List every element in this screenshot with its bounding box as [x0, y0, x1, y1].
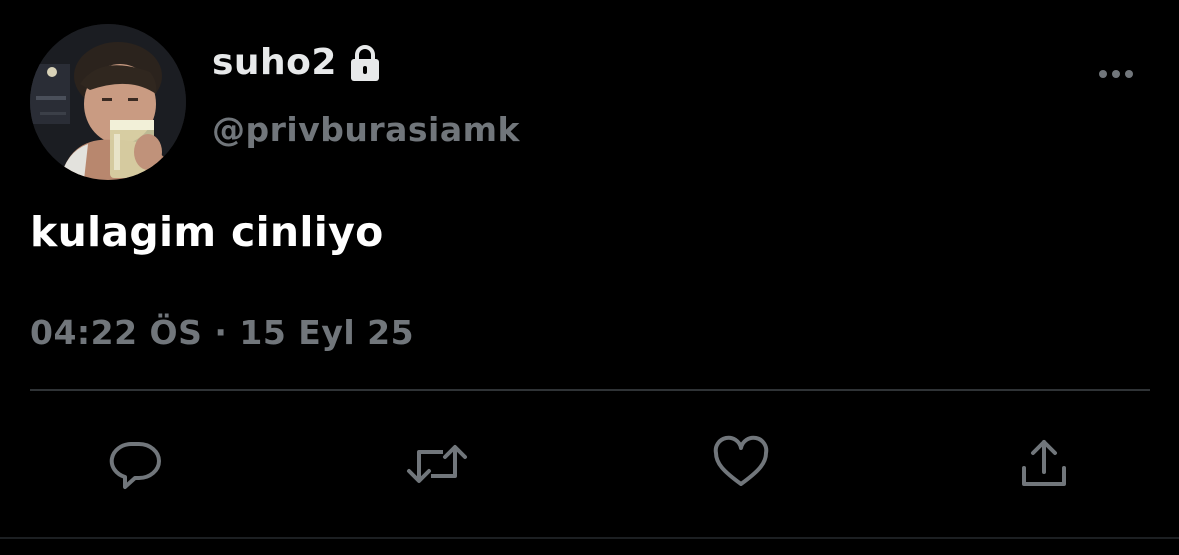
more-horizontal-icon[interactable]	[1096, 62, 1140, 86]
tweet-text: kulagim cinliyo	[30, 208, 384, 256]
heart-icon	[713, 435, 769, 486]
display-name-row[interactable]: suho2	[212, 42, 385, 83]
divider	[30, 389, 1150, 391]
reply-button[interactable]	[103, 432, 167, 496]
tweet-detail: suho2 @privburasiamk kulagim cinliyo 04:…	[0, 0, 1179, 555]
share-upload-icon	[1022, 440, 1066, 486]
tweet-timestamp[interactable]: 04:22 ÖS · 15 Eyl 25	[30, 313, 414, 352]
reply-bubble-icon	[109, 442, 161, 489]
retweet-button[interactable]	[405, 432, 469, 496]
bottom-divider	[0, 537, 1179, 539]
avatar-photo	[30, 24, 186, 180]
share-button[interactable]	[1012, 432, 1076, 496]
lock-icon	[345, 43, 385, 83]
avatar[interactable]	[30, 24, 186, 180]
like-button[interactable]	[709, 432, 773, 496]
display-name[interactable]: suho2	[212, 42, 337, 83]
user-handle[interactable]: @privburasiamk	[212, 110, 520, 149]
retweet-icon	[407, 445, 467, 483]
